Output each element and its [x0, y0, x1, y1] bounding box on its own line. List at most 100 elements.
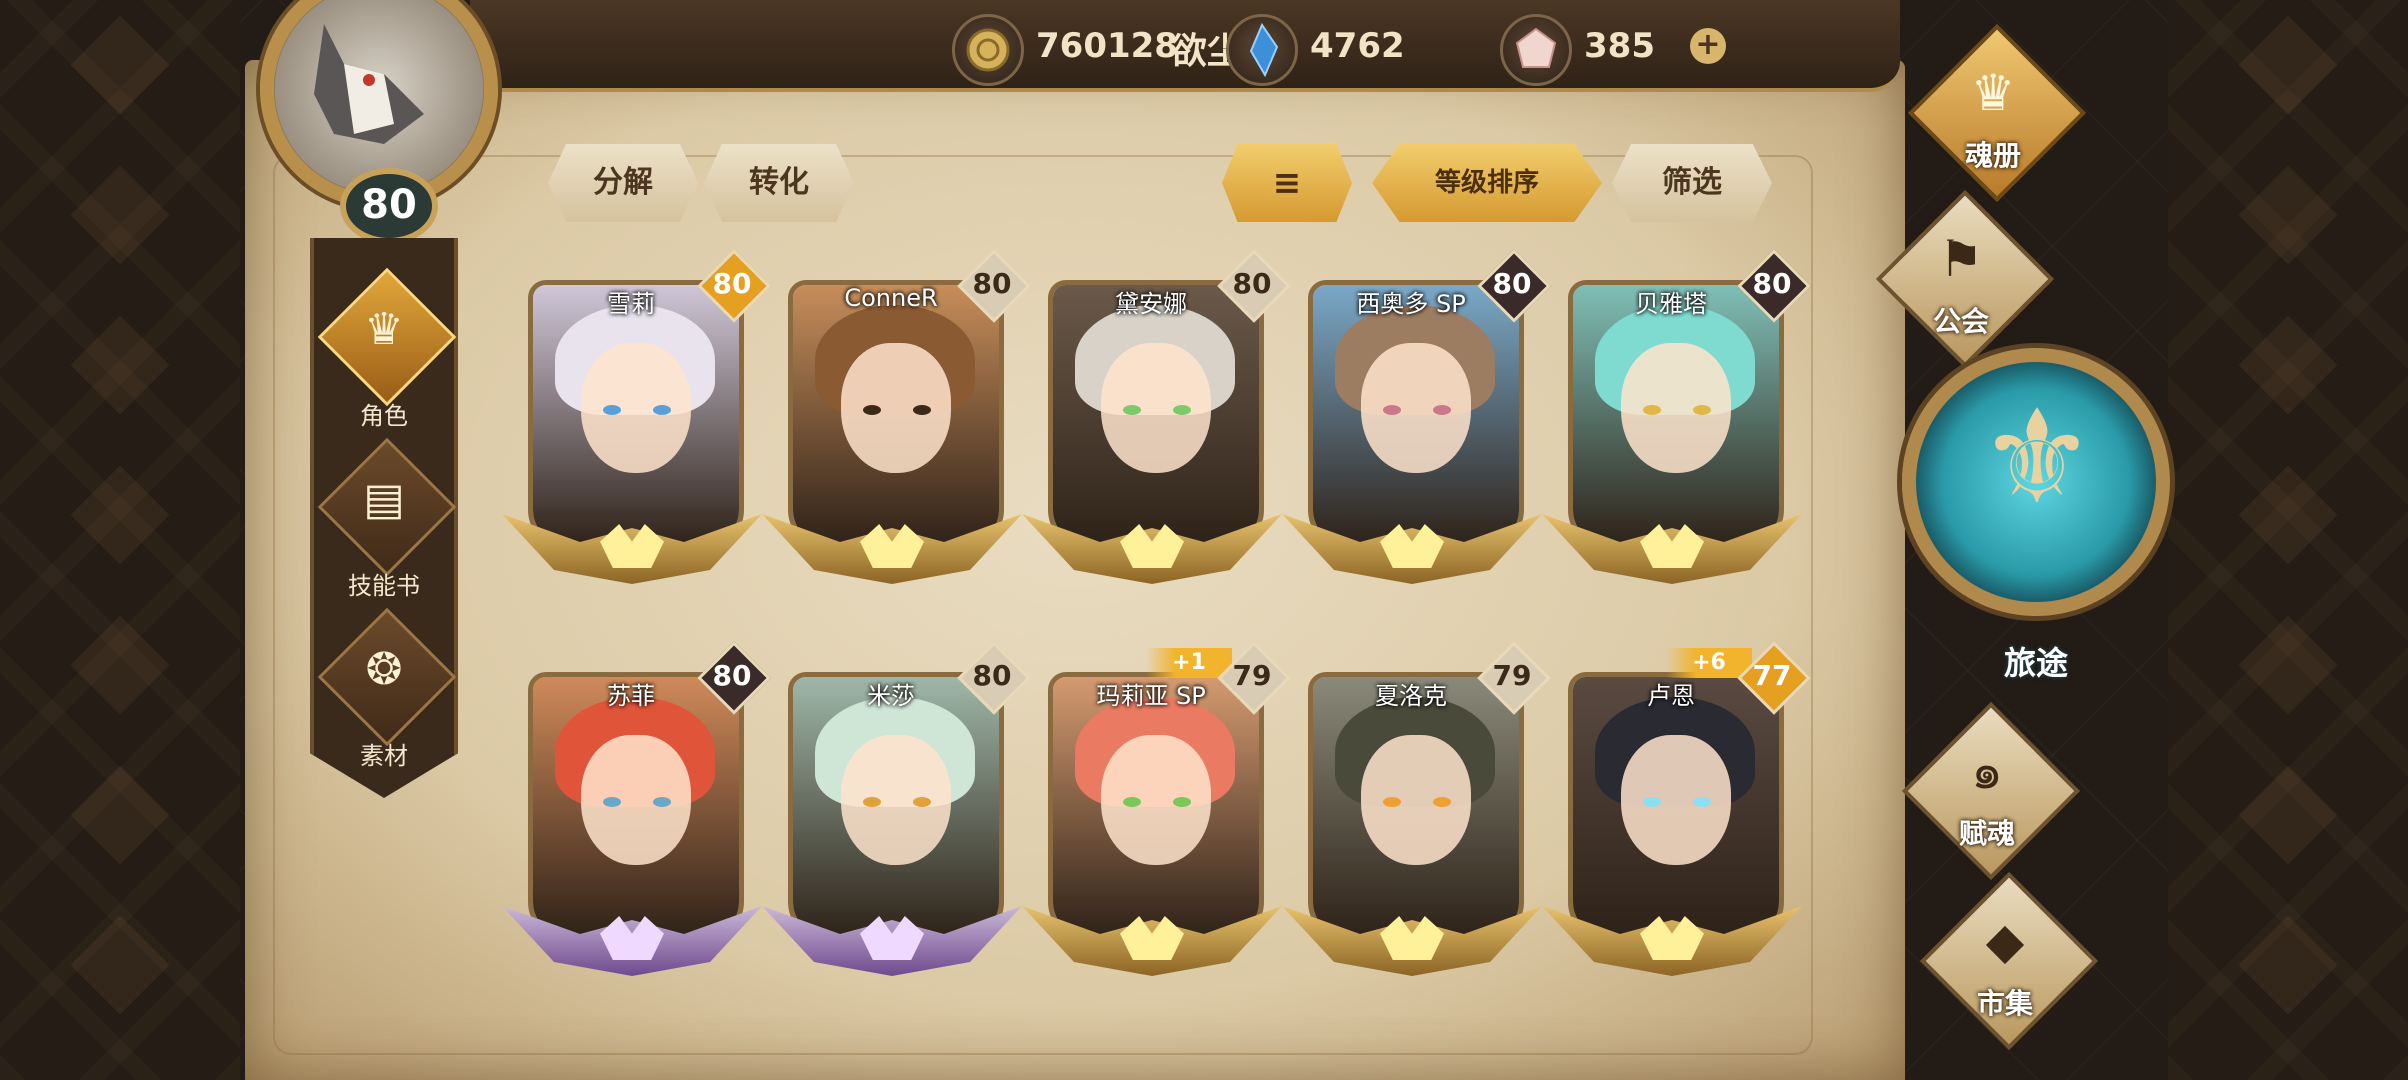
portrait-eye-left [863, 405, 881, 415]
material-icon: ❂ [365, 644, 403, 695]
portrait-face [1621, 343, 1731, 473]
portrait-eye-right [653, 797, 671, 807]
decompose-button[interactable]: 分解 [548, 144, 698, 222]
portrait-eye-left [863, 797, 881, 807]
portrait-eye-right [1433, 405, 1451, 415]
character-level: 80 [972, 267, 1012, 300]
character-crest-icon: ♛ [364, 304, 404, 355]
character-card[interactable]: ConneR 80 [762, 249, 1031, 604]
game-screen: 欲尘 760128 4762 385 + 80 ♛ 角色 ▤ 技能书 ❂ 素材 … [0, 0, 2408, 1080]
blue-crystal-icon [1226, 14, 1298, 86]
rarity-wings-icon [1542, 504, 1802, 594]
top-bar: 欲尘 760128 4762 385 + [470, 0, 1900, 92]
character-level: 80 [972, 659, 1012, 692]
portrait-eye-left [603, 405, 621, 415]
skill-book-icon: ▤ [363, 474, 405, 525]
portrait-eye-left [1383, 797, 1401, 807]
crystal-amount: 4762 [1310, 26, 1405, 66]
sort-order-button[interactable]: ≡ [1222, 144, 1352, 222]
portrait-face [1101, 735, 1211, 865]
character-card[interactable]: 苏菲 80 [502, 641, 771, 996]
journey-trident-icon: ⚜ [1978, 381, 2096, 533]
portrait-eye-right [913, 797, 931, 807]
character-card[interactable]: 雪莉 80 [502, 249, 771, 604]
sort-lines-icon: ≡ [1272, 163, 1302, 203]
level-badge: 80 [697, 249, 771, 323]
rarity-wings-icon [502, 504, 762, 594]
right-decorative-panel [2168, 0, 2408, 1080]
enhance-tag: +1 [1146, 648, 1232, 678]
portrait-face [1361, 343, 1471, 473]
character-level: 79 [1492, 659, 1532, 692]
sort-by-level-button[interactable]: 等级排序 [1372, 144, 1602, 222]
convert-button[interactable]: 转化 [704, 144, 854, 222]
character-level: 79 [1232, 659, 1272, 692]
rarity-wings-icon [502, 896, 762, 986]
portrait-eye-right [1693, 797, 1711, 807]
character-card[interactable]: 夏洛克 79 [1282, 641, 1551, 996]
character-card[interactable]: 贝雅塔 80 [1542, 249, 1811, 604]
level-badge: 80 [697, 641, 771, 715]
portrait-eye-right [1433, 797, 1451, 807]
portrait-face [581, 343, 691, 473]
player-level: 80 [340, 168, 438, 244]
journey-label: 旅途 [2003, 644, 2068, 682]
level-badge: 80 [1737, 249, 1811, 323]
left-nav: ♛ 角色 ▤ 技能书 ❂ 素材 [310, 238, 458, 798]
rarity-wings-icon [1022, 896, 1282, 986]
soul-infuse-icon: ๑ [1971, 742, 2003, 800]
filter-button[interactable]: 筛选 [1612, 144, 1772, 222]
level-badge: 79 [1217, 641, 1291, 715]
gem-amount: 385 [1584, 26, 1655, 66]
gold-amount: 760128 [1036, 26, 1178, 66]
character-level: 80 [1492, 267, 1532, 300]
left-nav-item-1[interactable]: ▤ 技能书 [314, 437, 457, 608]
level-badge: 80 [957, 641, 1031, 715]
portrait-eye-right [913, 405, 931, 415]
rarity-wings-icon [1282, 896, 1542, 986]
level-badge: 79 [1477, 641, 1551, 715]
right-nav-item-0[interactable]: ♛ 魂册 [1884, 23, 2087, 203]
add-gem-button[interactable]: + [1690, 28, 1726, 64]
rarity-wings-icon [1282, 504, 1542, 594]
pink-gem-icon [1500, 14, 1572, 86]
rarity-wings-icon [762, 504, 1022, 594]
right-nav-label: 魂册 [1964, 139, 2021, 172]
rarity-wings-icon [762, 896, 1022, 986]
portrait-face [581, 735, 691, 865]
portrait-eye-left [1123, 405, 1141, 415]
portrait-face [1101, 343, 1211, 473]
character-card[interactable]: 卢恩 +6 77 [1542, 641, 1811, 996]
portrait-eye-left [1643, 405, 1661, 415]
portrait-eye-left [1383, 405, 1401, 415]
right-nav-item-3[interactable]: ◆ 市集 [1896, 871, 2099, 1051]
character-level: 80 [712, 659, 752, 692]
character-card[interactable]: 玛莉亚 SP +1 79 [1022, 641, 1291, 996]
character-card[interactable]: 黛安娜 80 [1022, 249, 1291, 604]
character-level: 77 [1752, 659, 1792, 692]
character-card[interactable]: 西奥多 SP 80 [1282, 249, 1551, 604]
portrait-eye-left [1123, 797, 1141, 807]
left-nav-item-0[interactable]: ♛ 角色 [314, 267, 457, 438]
level-badge: 80 [1477, 249, 1551, 323]
portrait-eye-left [603, 797, 621, 807]
journey-button[interactable]: ⚜ 旅途 [1902, 348, 2170, 708]
character-card[interactable]: 米莎 80 [762, 641, 1031, 996]
left-nav-label: 素材 [360, 742, 408, 770]
left-nav-item-2[interactable]: ❂ 素材 [314, 607, 457, 778]
market-gem-icon: ◆ [1985, 912, 2025, 970]
guild-flag-icon: ⚑ [1938, 230, 1984, 288]
soul-book-icon: ♛ [1970, 64, 2016, 122]
player-avatar[interactable]: 80 [248, 0, 518, 244]
portrait-eye-left [1643, 797, 1661, 807]
right-nav-item-2[interactable]: ๑ 赋魂 [1878, 701, 2081, 881]
character-level: 80 [712, 267, 752, 300]
level-badge: 80 [1217, 249, 1291, 323]
portrait-face [841, 735, 951, 865]
left-nav-label: 技能书 [348, 572, 420, 600]
gold-coin-icon [952, 14, 1024, 86]
level-badge: 80 [957, 249, 1031, 323]
portrait-face [1621, 735, 1731, 865]
portrait-eye-right [1173, 405, 1191, 415]
right-nav-item-1[interactable]: ⚑ 公会 [1852, 189, 2055, 369]
